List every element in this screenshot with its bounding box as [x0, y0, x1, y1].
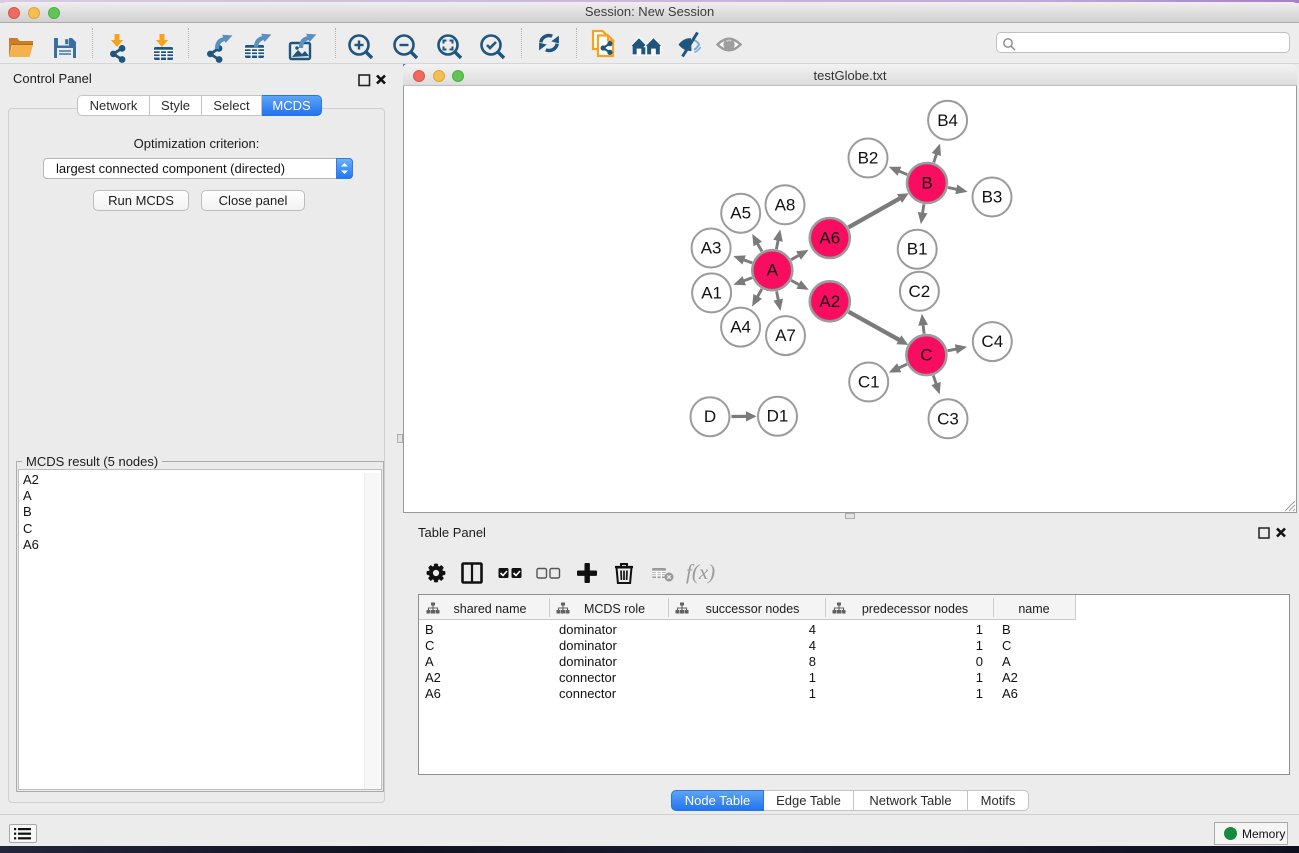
svg-text:A6: A6 [819, 229, 840, 248]
svg-text:B3: B3 [982, 188, 1003, 207]
svg-text:A: A [767, 261, 779, 280]
svg-text:B4: B4 [937, 111, 958, 130]
svg-text:B: B [921, 174, 932, 193]
svg-text:A5: A5 [730, 204, 751, 223]
svg-text:C2: C2 [909, 282, 931, 301]
svg-text:B1: B1 [907, 240, 928, 259]
svg-text:C4: C4 [981, 332, 1003, 351]
svg-text:C: C [920, 346, 932, 365]
svg-text:C3: C3 [937, 409, 959, 428]
svg-text:D1: D1 [767, 407, 789, 426]
svg-text:A1: A1 [701, 283, 722, 302]
svg-text:A4: A4 [730, 318, 751, 337]
svg-text:A7: A7 [775, 326, 796, 345]
svg-text:C1: C1 [858, 373, 880, 392]
svg-text:B2: B2 [858, 149, 879, 168]
svg-text:A2: A2 [819, 292, 840, 311]
svg-text:A8: A8 [775, 195, 796, 214]
svg-text:A3: A3 [701, 239, 722, 258]
svg-text:D: D [704, 407, 716, 426]
